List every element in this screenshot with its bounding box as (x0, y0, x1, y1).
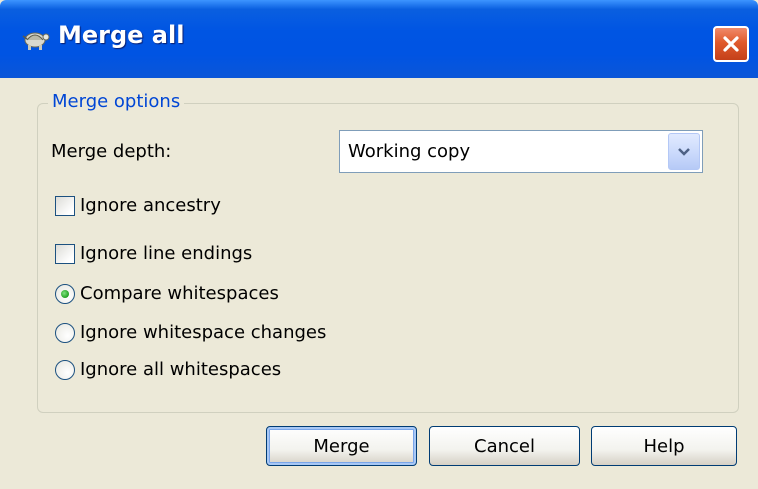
window-title: Merge all (58, 21, 185, 49)
merge-depth-label: Merge depth: (51, 141, 172, 162)
ignore-line-endings-label[interactable]: Ignore line endings (80, 243, 252, 264)
close-button[interactable] (713, 26, 749, 62)
dropdown-arrow-button[interactable] (668, 133, 700, 170)
ignore-ancestry-checkbox[interactable] (55, 196, 75, 216)
help-button[interactable]: Help (591, 426, 737, 466)
cancel-button[interactable]: Cancel (429, 426, 580, 466)
ignore-all-whitespaces-label[interactable]: Ignore all whitespaces (80, 359, 281, 380)
close-icon (723, 36, 739, 52)
merge-button[interactable]: Merge (266, 426, 417, 466)
merge-depth-select[interactable]: Working copy (339, 130, 703, 173)
merge-all-dialog: Merge all Merge options Merge depth: Wor… (0, 0, 758, 489)
chevron-down-icon (678, 147, 690, 156)
compare-whitespaces-label[interactable]: Compare whitespaces (80, 283, 279, 304)
tortoise-icon (22, 32, 50, 50)
ignore-whitespace-changes-radio[interactable] (55, 323, 75, 343)
compare-whitespaces-radio[interactable] (55, 284, 75, 304)
ignore-all-whitespaces-radio[interactable] (55, 360, 75, 380)
title-bar[interactable]: Merge all (0, 0, 758, 78)
radio-selected-dot (61, 290, 69, 298)
ignore-ancestry-label[interactable]: Ignore ancestry (80, 195, 221, 216)
ignore-whitespace-changes-label[interactable]: Ignore whitespace changes (80, 322, 326, 343)
merge-depth-value: Working copy (348, 141, 471, 162)
group-title: Merge options (48, 91, 185, 112)
ignore-line-endings-checkbox[interactable] (55, 244, 75, 264)
